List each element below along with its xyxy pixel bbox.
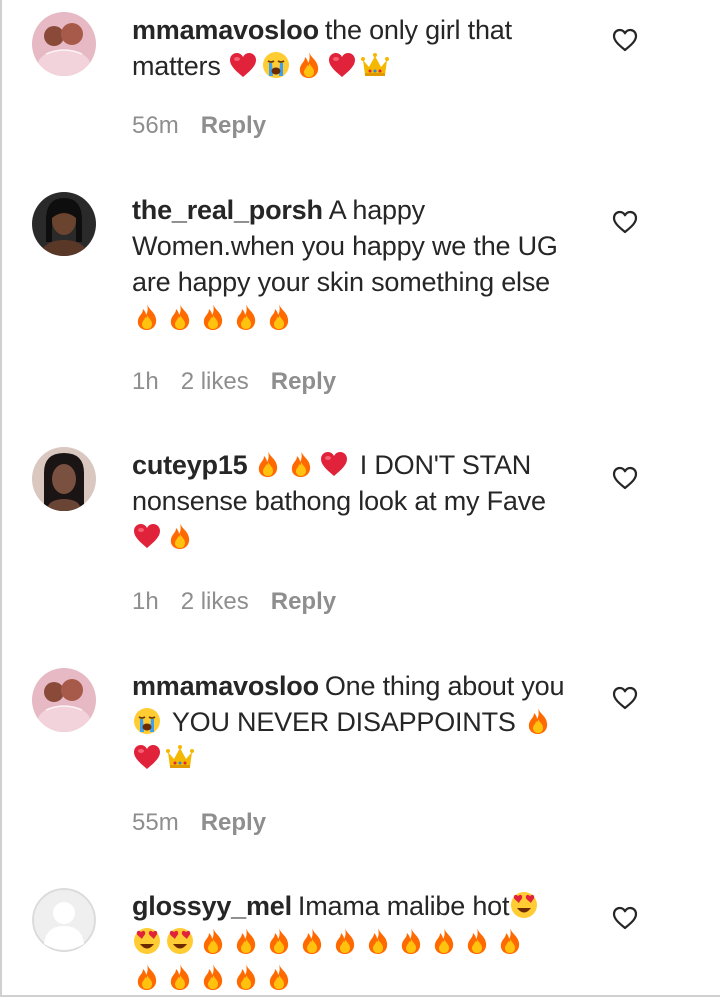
comment-likes[interactable]: 2 likes: [181, 588, 249, 615]
avatar[interactable]: [32, 668, 96, 732]
heart-emoji-icon: [228, 50, 258, 80]
avatar[interactable]: [32, 12, 96, 76]
comment-username[interactable]: glossyy_mel: [132, 891, 292, 921]
heart-emoji-icon: [132, 742, 162, 772]
comment-meta: 55m Reply: [132, 809, 288, 837]
frame-left-border: [0, 0, 2, 997]
comment-likes[interactable]: 2 likes: [181, 368, 249, 395]
fire-emoji-icon: [286, 449, 316, 479]
fire-emoji-icon: [231, 302, 261, 332]
comment-username[interactable]: the_real_porsh: [132, 195, 323, 225]
comment-meta: 1h 2 likes Reply: [132, 588, 358, 616]
avatar[interactable]: [32, 192, 96, 256]
fire-emoji-icon: [231, 926, 261, 956]
comment-text: glossyy_mel Imama malibe hot: [132, 888, 580, 996]
fire-emoji-icon: [264, 302, 294, 332]
comment-text: mmamavosloo One thing about you YOU NEVER…: [132, 668, 580, 776]
fire-emoji-icon: [523, 706, 553, 736]
heart-eyes-emoji-icon: [132, 926, 162, 956]
comment-message: Imama malibe hot: [297, 891, 510, 921]
comment-meta: 56m Reply: [132, 112, 288, 140]
fire-emoji-icon: [198, 926, 228, 956]
comment-time: 56m: [132, 112, 179, 139]
sob-emoji-icon: [261, 50, 291, 80]
fire-emoji-icon: [253, 449, 283, 479]
heart-eyes-emoji-icon: [509, 890, 539, 920]
comment-username[interactable]: cuteyp15: [132, 450, 248, 480]
avatar[interactable]: [32, 447, 96, 511]
fire-emoji-icon: [294, 50, 324, 80]
reply-button[interactable]: Reply: [201, 809, 266, 836]
fire-emoji-icon: [495, 926, 525, 956]
heart-outline-icon[interactable]: [612, 210, 638, 234]
default-avatar[interactable]: [32, 888, 96, 952]
heart-emoji-icon: [319, 449, 349, 479]
fire-emoji-icon: [132, 302, 162, 332]
comment-username[interactable]: mmamavosloo: [132, 671, 319, 701]
comment-text: cuteyp15 I DON'T STAN nonsense bathong l…: [132, 447, 580, 555]
heart-outline-icon[interactable]: [612, 466, 638, 490]
reply-button[interactable]: Reply: [271, 368, 336, 395]
comment-message: YOU NEVER DISAPPOINTS: [171, 707, 516, 737]
comment-meta: 1h 2 likes Reply: [132, 368, 358, 396]
fire-emoji-icon: [132, 962, 162, 992]
heart-outline-icon[interactable]: [612, 28, 638, 52]
fire-emoji-icon: [198, 302, 228, 332]
reply-button[interactable]: Reply: [201, 112, 266, 139]
crown-emoji-icon: [165, 742, 195, 772]
fire-emoji-icon: [363, 926, 393, 956]
fire-emoji-icon: [165, 962, 195, 992]
comment-text: mmamavosloo the only girl that matters: [132, 12, 580, 84]
heart-eyes-emoji-icon: [165, 926, 195, 956]
heart-outline-icon[interactable]: [612, 686, 638, 710]
heart-emoji-icon: [327, 50, 357, 80]
fire-emoji-icon: [264, 926, 294, 956]
fire-emoji-icon: [165, 521, 195, 551]
comment-username[interactable]: mmamavosloo: [132, 15, 319, 45]
reply-button[interactable]: Reply: [271, 588, 336, 615]
sob-emoji-icon: [132, 706, 162, 736]
fire-emoji-icon: [264, 962, 294, 992]
fire-emoji-icon: [297, 926, 327, 956]
crown-emoji-icon: [360, 50, 390, 80]
fire-emoji-icon: [165, 302, 195, 332]
fire-emoji-icon: [462, 926, 492, 956]
comment-time: 1h: [132, 588, 159, 615]
fire-emoji-icon: [330, 926, 360, 956]
comment-message: One thing about you: [324, 671, 565, 701]
fire-emoji-icon: [198, 962, 228, 992]
heart-outline-icon[interactable]: [612, 906, 638, 930]
fire-emoji-icon: [429, 926, 459, 956]
comment-time: 55m: [132, 809, 179, 836]
fire-emoji-icon: [231, 962, 261, 992]
heart-emoji-icon: [132, 521, 162, 551]
comment-text: the_real_porsh A happy Women.when you hap…: [132, 192, 580, 336]
fire-emoji-icon: [396, 926, 426, 956]
comment-time: 1h: [132, 368, 159, 395]
